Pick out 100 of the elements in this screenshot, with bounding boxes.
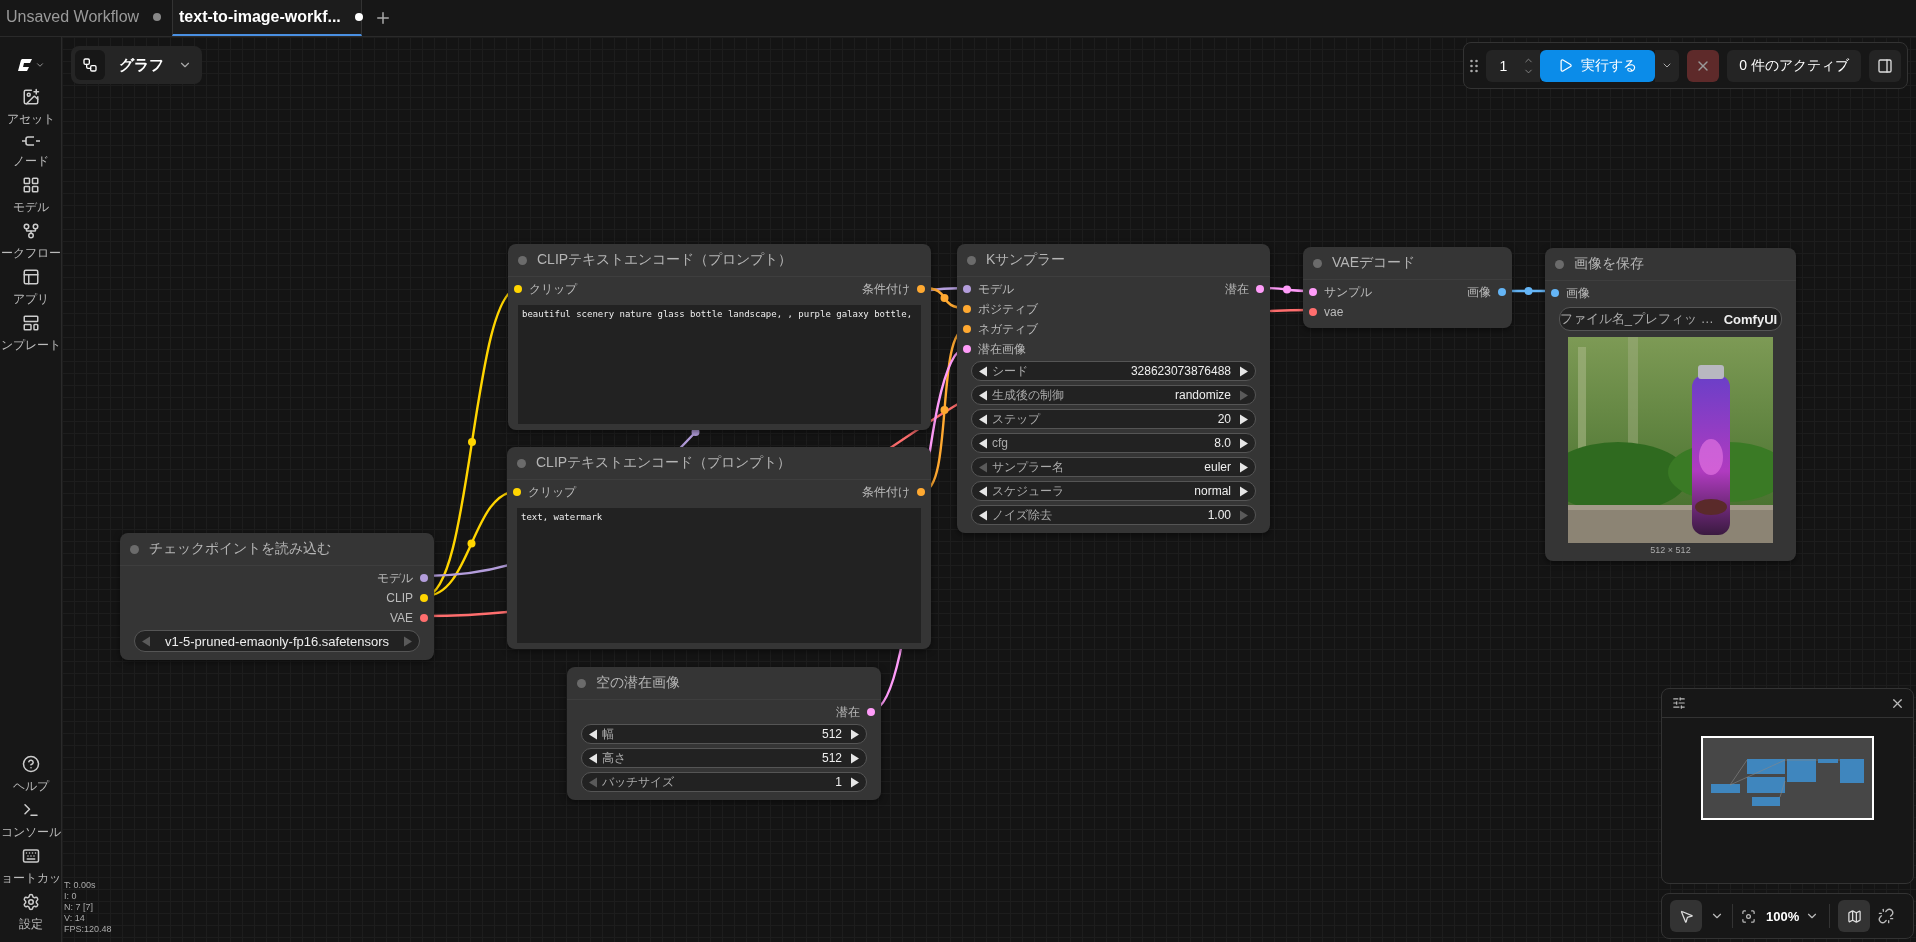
- number-field[interactable]: 生成後の制御 randomize: [971, 385, 1256, 405]
- sidebar-item[interactable]: 設定: [0, 890, 61, 936]
- right-arrow-icon[interactable]: [1239, 437, 1249, 449]
- collapse-dot-icon[interactable]: [517, 458, 526, 468]
- input-port[interactable]: [1551, 289, 1559, 297]
- collapse-dot-icon[interactable]: [518, 255, 527, 265]
- node-card[interactable]: CLIPテキストエンコード（プロンプト） クリップ 条件付け beautiful scenery nature glass bottle landscape, , purple galaxy bottle,: [508, 244, 931, 430]
- number-field[interactable]: 幅 512: [581, 724, 867, 744]
- output-port[interactable]: [420, 574, 428, 582]
- cancel-button[interactable]: [1687, 49, 1720, 82]
- number-field[interactable]: サンプラー名 euler: [971, 457, 1256, 477]
- sidebar-item[interactable]: ークフロー: [0, 219, 61, 265]
- right-arrow-icon[interactable]: [1239, 485, 1249, 497]
- select-value: v1-5-pruned-emaonly-fp16.safetensors: [164, 633, 390, 649]
- sidebar-item[interactable]: ノード: [0, 131, 61, 173]
- collapse-dot-icon[interactable]: [1555, 259, 1564, 269]
- minimap-drawing[interactable]: [1701, 736, 1874, 820]
- right-arrow-icon[interactable]: [1239, 365, 1249, 377]
- toggle-panel-button[interactable]: [1869, 49, 1901, 82]
- output-port[interactable]: [420, 594, 428, 602]
- input-port[interactable]: [963, 285, 971, 293]
- sliders-icon: [1672, 696, 1686, 710]
- drag-handle-icon[interactable]: [1469, 58, 1478, 73]
- prompt-field[interactable]: text, watermark: [517, 508, 921, 643]
- left-arrow-icon[interactable]: [978, 389, 988, 401]
- left-arrow-icon[interactable]: [978, 485, 988, 497]
- queue-button[interactable]: 0 件のアクティブ: [1727, 49, 1861, 82]
- sidebar-item[interactable]: コンソール: [0, 798, 61, 844]
- output-port[interactable]: [917, 488, 925, 496]
- workflow-tab[interactable]: text-to-image-workf...: [172, 0, 362, 36]
- input-port[interactable]: [963, 325, 971, 333]
- sidebar-item[interactable]: アプリ: [0, 265, 61, 311]
- node-card[interactable]: 空の潜在画像 潜在 幅 512 高さ 512 バッチサイズ 1: [567, 667, 881, 800]
- input-port[interactable]: [513, 488, 521, 496]
- left-arrow-icon[interactable]: [588, 752, 598, 764]
- port-label: CLIP: [386, 591, 413, 605]
- number-field[interactable]: バッチサイズ 1: [581, 772, 867, 792]
- fit-view-button[interactable]: [1741, 908, 1756, 924]
- field-label: シード: [992, 362, 1029, 380]
- graph-menu-button[interactable]: グラフ: [71, 46, 202, 84]
- number-field[interactable]: ノイズ除去 1.00: [971, 505, 1256, 525]
- image-size-caption: 512 × 512: [1650, 545, 1691, 555]
- collapse-dot-icon[interactable]: [577, 678, 586, 688]
- node-card[interactable]: Kサンプラー モデル 潜在 ポジティブ ネガティブ 潜在画像 シード 328623073876488 生成後の制御 randomize ステップ 20 cfg 8.0 サンプラー名 euler スケジューラ normal ノイズ除去 1.00: [957, 244, 1270, 533]
- left-arrow-icon[interactable]: [588, 728, 598, 740]
- number-field[interactable]: スケジューラ normal: [971, 481, 1256, 501]
- collapse-dot-icon[interactable]: [967, 255, 976, 265]
- input-port[interactable]: [963, 345, 971, 353]
- run-button[interactable]: 実行する: [1540, 49, 1656, 82]
- right-arrow-icon[interactable]: [1239, 413, 1249, 425]
- node-card[interactable]: チェックポイントを読み込む モデル CLIP VAE v1-5-pruned-emaonly-fp16.safetensors: [120, 533, 434, 660]
- left-arrow-icon[interactable]: [978, 365, 988, 377]
- number-field[interactable]: cfg 8.0: [971, 433, 1256, 453]
- zoom-menu-button[interactable]: 100%: [1764, 908, 1822, 924]
- field-value: normal: [1194, 484, 1231, 498]
- input-port[interactable]: [1309, 308, 1317, 316]
- unlink-button[interactable]: [1878, 908, 1895, 924]
- left-arrow-icon[interactable]: [978, 413, 988, 425]
- sidebar-item[interactable]: ンプレート: [0, 311, 61, 357]
- sidebar-item[interactable]: アセット: [0, 85, 61, 131]
- stats-text: FPS:120.48: [64, 924, 112, 935]
- sidebar-item[interactable]: ヘルプ: [0, 752, 61, 798]
- prompt-field[interactable]: beautiful scenery nature glass bottle landscape, , purple galaxy bottle,: [518, 305, 921, 424]
- collapse-dot-icon[interactable]: [1313, 258, 1322, 268]
- collapse-dot-icon[interactable]: [130, 544, 139, 554]
- output-port[interactable]: [917, 285, 925, 293]
- right-arrow-icon[interactable]: [850, 752, 860, 764]
- node-card[interactable]: 画像を保存 画像 ファイル名_プレフィッ … ComfyUI 512 × 512: [1545, 248, 1796, 561]
- minimap-settings-button[interactable]: [1672, 696, 1686, 710]
- node-card[interactable]: CLIPテキストエンコード（プロンプト） クリップ 条件付け text, watermark: [507, 447, 931, 649]
- number-field[interactable]: ステップ 20: [971, 409, 1256, 429]
- right-arrow-icon[interactable]: [1239, 461, 1249, 473]
- logo-menu-button[interactable]: [16, 57, 45, 73]
- input-port[interactable]: [514, 285, 522, 293]
- input-port[interactable]: [963, 305, 971, 313]
- sidebar-item[interactable]: ョートカッ: [0, 844, 61, 890]
- right-arrow-icon[interactable]: [850, 728, 860, 740]
- minimap-toggle-button[interactable]: [1838, 900, 1871, 932]
- node-title: CLIPテキストエンコード（プロンプト）: [536, 454, 792, 472]
- port-label: ポジティブ: [978, 300, 1038, 318]
- output-port[interactable]: [867, 708, 875, 716]
- left-arrow-icon[interactable]: [978, 509, 988, 521]
- port-label: クリップ: [529, 280, 577, 298]
- workflow-tab[interactable]: Unsaved Workflow: [0, 0, 168, 36]
- node-card[interactable]: VAEデコード サンプル 画像 vae: [1303, 247, 1512, 328]
- number-field[interactable]: シード 328623073876488: [971, 361, 1256, 381]
- batch-count-field[interactable]: 1: [1485, 49, 1541, 82]
- sidebar-item[interactable]: モデル: [0, 173, 61, 219]
- filename-field[interactable]: ファイル名_プレフィッ … ComfyUI: [1559, 307, 1782, 331]
- right-arrow-icon[interactable]: [850, 776, 860, 788]
- output-port[interactable]: [1256, 285, 1264, 293]
- left-arrow-icon[interactable]: [978, 437, 988, 449]
- pointer-tool-button[interactable]: [1670, 900, 1702, 932]
- input-port[interactable]: [1309, 288, 1317, 296]
- output-port[interactable]: [1498, 288, 1506, 296]
- stats-text: V: 14: [64, 913, 86, 924]
- port-label: 条件付け: [862, 280, 910, 298]
- map-icon: [1846, 908, 1862, 924]
- output-port[interactable]: [420, 614, 428, 622]
- number-field[interactable]: 高さ 512: [581, 748, 867, 768]
